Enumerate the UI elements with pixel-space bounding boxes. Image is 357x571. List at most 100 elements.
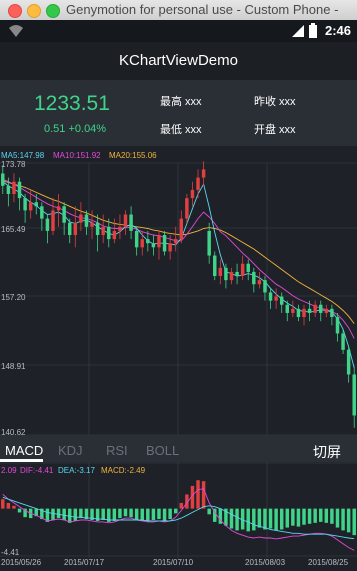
candle-body	[23, 198, 27, 211]
candle-body	[330, 308, 334, 318]
candle-body	[45, 218, 50, 231]
candle-body	[240, 263, 245, 277]
candle-body	[279, 296, 284, 305]
tab-boll[interactable]: BOLL	[146, 443, 179, 458]
tab-kdj[interactable]: KDJ	[58, 443, 83, 458]
price-change: 0.51 +0.04%	[44, 123, 107, 135]
fullscreen-toggle-button[interactable]: 切屏	[313, 442, 341, 462]
candle-body	[84, 214, 89, 227]
ma10-label: MA10:151.92	[53, 151, 101, 160]
candle-body	[224, 267, 228, 281]
ma5-label: MA5:147.98	[1, 151, 45, 160]
macd-bar	[173, 508, 178, 514]
battery-icon	[309, 23, 317, 38]
macd-bar	[346, 508, 351, 533]
candle-body	[6, 185, 11, 195]
candle-body	[67, 222, 72, 236]
candle-body	[235, 271, 239, 277]
macd-bar	[229, 508, 234, 529]
macd-bar	[146, 508, 150, 521]
tab-macd[interactable]: MACD	[5, 443, 43, 458]
candle-body	[162, 235, 167, 252]
prev-close-stat: 昨收 xxx	[254, 96, 296, 108]
candle-body	[168, 243, 172, 252]
macd-bar	[17, 508, 22, 513]
macd-bar	[279, 508, 284, 530]
candle-body	[313, 304, 317, 313]
candle-body	[40, 206, 44, 219]
macd-bar	[257, 508, 262, 528]
candle-body	[146, 239, 150, 244]
candle-body	[274, 296, 278, 301]
candle-body	[341, 333, 345, 350]
app-title: KChartViewDemo	[119, 52, 238, 69]
minimize-window-button[interactable]	[27, 4, 41, 18]
candle-body	[34, 202, 38, 207]
window-titlebar: Genymotion for personal use - Custom Pho…	[0, 0, 357, 21]
signal-icon	[292, 25, 304, 37]
x-label: 2015/07/17	[64, 558, 105, 567]
candle-body	[140, 239, 144, 248]
macd-bar	[112, 508, 117, 521]
candle-body	[296, 308, 301, 318]
macd-bar	[134, 508, 139, 520]
active-tab-indicator	[0, 459, 43, 462]
candle-body	[157, 235, 161, 248]
macd-value-label: MACD:-2.49	[101, 466, 146, 475]
candle-body	[207, 230, 211, 256]
status-bar: 2:46	[0, 20, 357, 42]
candle-body	[252, 271, 256, 285]
candle-body	[118, 226, 122, 231]
candle-body	[335, 317, 340, 334]
y-label: 165.49	[1, 225, 26, 234]
macd-bar	[151, 508, 156, 520]
open-stat: 开盘 xxx	[254, 124, 296, 136]
dea-label: DEA:-3.17	[58, 466, 95, 475]
macd-bar	[291, 508, 295, 526]
kline-chart[interactable]: MA5:147.98 MA10:151.92 MA20:155.06 173.7…	[0, 146, 357, 571]
candle-body	[90, 222, 94, 227]
close-window-button[interactable]	[8, 4, 22, 18]
candle-body	[263, 280, 267, 293]
candle-body	[201, 169, 206, 178]
candle-body	[151, 243, 156, 248]
macd-bar	[12, 505, 16, 509]
macd-bar	[157, 508, 161, 520]
candle-body	[95, 222, 100, 236]
candle-body	[179, 218, 184, 240]
window-title: Genymotion for personal use - Custom Pho…	[66, 2, 339, 17]
chart-background	[0, 146, 357, 571]
candle-body	[112, 230, 117, 240]
low-stat: 最低 xxx	[160, 124, 202, 136]
macd-bar	[118, 508, 122, 519]
candle-body	[56, 206, 61, 211]
macd-bar	[179, 502, 184, 509]
quote-header: 1233.51 0.51 +0.04% 最高 xxx 最低 xxx 昨收 xxx…	[0, 80, 357, 146]
status-time: 2:46	[324, 23, 351, 38]
macd-bar	[252, 508, 256, 531]
macd-bar	[1, 499, 5, 509]
macd-bar	[285, 508, 290, 528]
candle-body	[1, 173, 5, 186]
zoom-window-button[interactable]	[46, 4, 60, 18]
macd-bar	[79, 508, 83, 519]
macd-bar	[129, 508, 133, 518]
macd-bar	[341, 508, 345, 531]
candle-body	[291, 308, 295, 313]
macd-bar	[274, 508, 278, 531]
candle-body	[79, 214, 83, 223]
candle-body	[324, 308, 329, 313]
candle-body	[123, 214, 128, 227]
app-bar: KChartViewDemo	[0, 42, 357, 80]
macd-bar	[140, 508, 144, 521]
indicator-tab-bar: MACD KDJ RSI BOLL 切屏	[0, 435, 357, 462]
macd-bar	[352, 508, 356, 536]
ma20-label: MA20:155.06	[109, 151, 157, 160]
candle-body	[196, 177, 200, 190]
macd-bottom-label: -4.41	[1, 548, 20, 557]
tab-rsi[interactable]: RSI	[106, 443, 128, 458]
candle-body	[319, 304, 323, 313]
candle-body	[229, 271, 234, 281]
x-label: 2015/08/03	[245, 558, 286, 567]
high-stat: 最高 xxx	[160, 96, 202, 108]
